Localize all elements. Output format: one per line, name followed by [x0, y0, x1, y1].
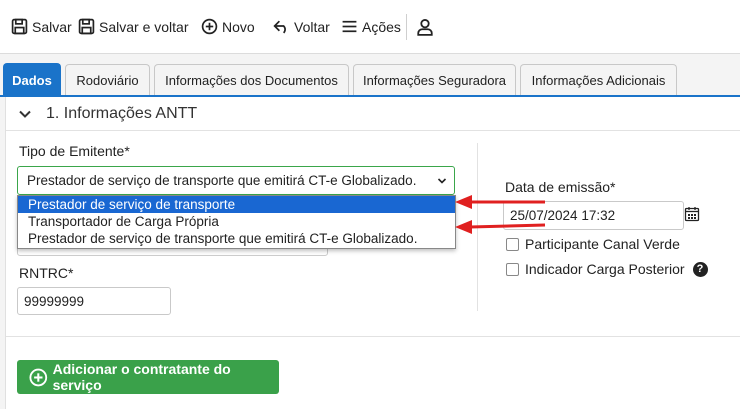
- floppy-disk-icon: [78, 18, 95, 35]
- tab-rodoviario[interactable]: Rodoviário: [65, 64, 150, 96]
- tipo-emitente-dropdown: Prestador de serviço de transporte Trans…: [17, 195, 456, 249]
- add-contratante-button[interactable]: Adicionar o contratante do serviço: [17, 360, 279, 394]
- tab-dados[interactable]: Dados: [3, 63, 61, 96]
- plus-circle-icon: [201, 18, 218, 35]
- back-button[interactable]: Voltar: [273, 18, 330, 35]
- new-button[interactable]: Novo: [201, 18, 255, 35]
- rntrc-input[interactable]: 99999999: [17, 287, 171, 315]
- rntrc-value: 99999999: [24, 293, 85, 309]
- back-label: Voltar: [294, 18, 330, 35]
- actions-menu-button[interactable]: Ações: [341, 18, 401, 35]
- save-and-back-button[interactable]: Salvar e voltar: [78, 18, 188, 35]
- user-button[interactable]: [416, 18, 434, 36]
- rntrc-label: RNTRC*: [19, 265, 74, 281]
- data-emissao-label: Data de emissão*: [505, 179, 616, 195]
- dropdown-option[interactable]: Prestador de serviço de transporte: [18, 196, 455, 213]
- tipo-emitente-selected-value: Prestador de serviço de transporte que e…: [27, 173, 417, 188]
- indicador-carga-posterior-checkbox[interactable]: [506, 262, 519, 276]
- dropdown-option[interactable]: Transportador de Carga Própria: [18, 213, 455, 230]
- data-emissao-value: 25/07/2024 17:32: [510, 208, 616, 223]
- calendar-icon[interactable]: [684, 206, 700, 222]
- participante-canal-verde-checkbox[interactable]: [506, 237, 519, 251]
- add-contratante-label: Adicionar o contratante do serviço: [52, 361, 231, 393]
- chevron-down-icon: [437, 178, 447, 184]
- plus-circle-icon: [29, 368, 48, 386]
- column-divider: [477, 143, 478, 311]
- tipo-emitente-select[interactable]: Prestador de serviço de transporte que e…: [17, 166, 455, 195]
- save-label: Salvar: [32, 18, 72, 35]
- tab-informacoes-seguradora[interactable]: Informações Seguradora: [353, 64, 516, 96]
- section-title: 1. Informações ANTT: [46, 104, 198, 122]
- hamburger-menu-icon: [342, 20, 357, 33]
- section-header[interactable]: 1. Informações ANTT: [6, 97, 740, 131]
- section-divider: [6, 336, 740, 337]
- new-label: Novo: [222, 18, 255, 35]
- dropdown-option[interactable]: Prestador de serviço de transporte que e…: [18, 230, 455, 247]
- tab-bar: Dados Rodoviário Informações dos Documen…: [0, 62, 740, 96]
- indicador-carga-posterior-label: Indicador Carga Posterior: [525, 261, 685, 277]
- chevron-down-icon: [19, 110, 31, 118]
- help-icon[interactable]: ?: [692, 261, 708, 277]
- tipo-emitente-label: Tipo de Emitente*: [19, 143, 130, 159]
- save-button[interactable]: Salvar: [11, 18, 72, 35]
- tab-informacoes-adicionais[interactable]: Informações Adicionais: [520, 64, 677, 96]
- data-emissao-input[interactable]: 25/07/2024 17:32: [503, 201, 684, 230]
- participante-canal-verde-row[interactable]: Participante Canal Verde: [506, 236, 680, 252]
- indicador-carga-posterior-row[interactable]: Indicador Carga Posterior ?: [506, 261, 708, 277]
- actions-label: Ações: [362, 18, 401, 35]
- undo-arrow-icon: [273, 20, 286, 34]
- save-and-back-label: Salvar e voltar: [99, 18, 189, 35]
- section-panel: 1. Informações ANTT Tipo de Emitente* Pr…: [5, 97, 740, 409]
- toolbar: Salvar Salvar e voltar Novo Voltar Ações: [0, 0, 740, 54]
- tab-informacoes-documentos[interactable]: Informações dos Documentos: [154, 64, 349, 96]
- user-icon: [417, 18, 433, 36]
- toolbar-divider: [406, 14, 407, 40]
- participante-canal-verde-label: Participante Canal Verde: [525, 236, 680, 252]
- floppy-disk-icon: [11, 18, 28, 35]
